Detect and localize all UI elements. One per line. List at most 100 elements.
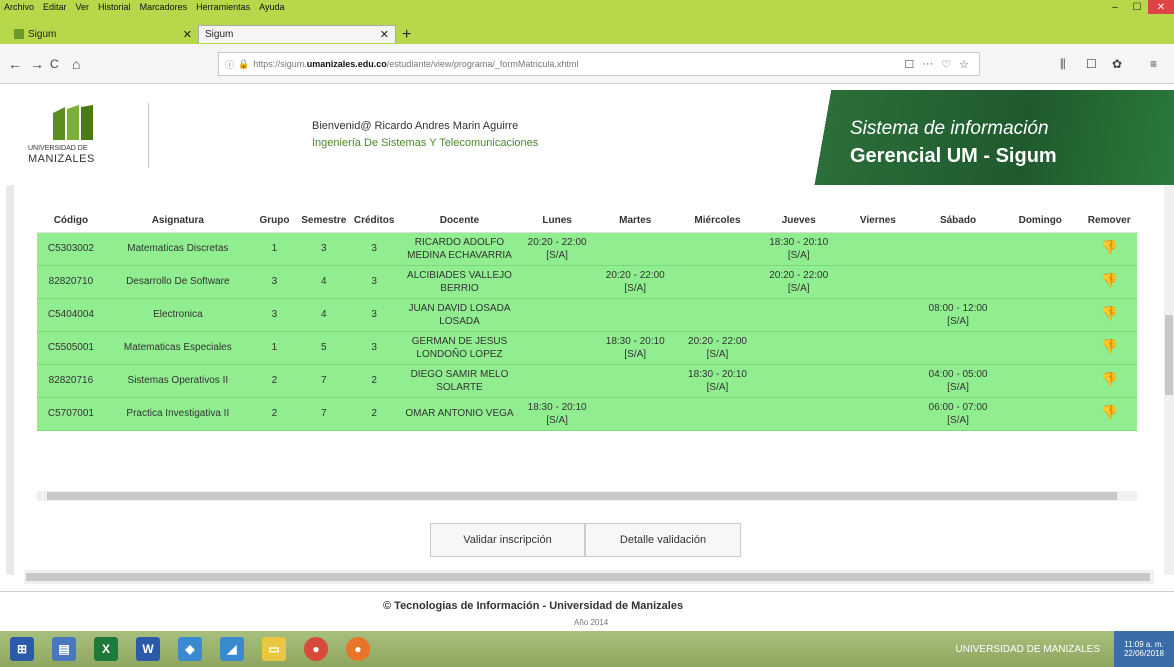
cell-viernes (838, 232, 917, 266)
remove-thumbs-down-icon[interactable]: 👎 (1100, 371, 1117, 387)
col-semestre: Semestre (298, 210, 350, 233)
scrollbar-thumb[interactable] (1165, 315, 1173, 395)
tab-sigum-1[interactable]: Sigum ✕ (8, 25, 198, 43)
windows-start-icon[interactable]: ⊞ (10, 637, 34, 661)
remove-thumbs-down-icon[interactable]: 👎 (1100, 305, 1117, 321)
page-vertical-scrollbar[interactable] (1164, 185, 1174, 575)
header-divider (148, 103, 149, 168)
app-icon[interactable]: ◆ (178, 637, 202, 661)
cell-lunes (520, 265, 595, 299)
url-host: umanizales.edu.co (306, 59, 387, 69)
word-icon[interactable]: W (136, 637, 160, 661)
menu-herramientas[interactable]: Herramientas (196, 2, 250, 12)
forward-icon[interactable]: → (30, 56, 44, 72)
tab-sigum-2[interactable]: Sigum ✕ (198, 25, 396, 43)
cell-martes (594, 232, 677, 266)
cell-asignatura: Desarrollo De Software (104, 265, 251, 299)
cell-lunes (520, 331, 595, 365)
menu-archivo[interactable]: Archivo (4, 2, 34, 12)
cell-sabado (916, 232, 1000, 266)
cell-domingo (999, 232, 1082, 266)
pocket-icon[interactable]: ♡ (941, 58, 951, 71)
cell-codigo: 82820710 (37, 265, 105, 299)
cell-domingo (999, 397, 1082, 431)
sigum-favicon-icon (14, 29, 24, 39)
cell-creditos: 3 (349, 265, 399, 299)
logo-line1: UNIVERSIDAD DE (28, 145, 88, 152)
col-grupo: Grupo (250, 210, 299, 233)
close-window-button[interactable]: ✕ (1148, 0, 1174, 14)
hamburger-menu-icon[interactable]: ≡ (1150, 57, 1157, 71)
cell-semestre: 5 (298, 331, 350, 365)
system-tray: UNIVERSIDAD DE MANIZALES 11:09 a. m. 22/… (956, 631, 1174, 667)
restore-button[interactable]: ☐ (1126, 0, 1148, 14)
library-icon[interactable]: ⫼ (1060, 57, 1066, 72)
university-logo: UNIVERSIDAD DE MANIZALES (28, 105, 123, 170)
url-bar[interactable]: ⓘ 🔒 https://sigum. umanizales.edu.co/estu… (218, 52, 980, 76)
cell-docente: JUAN DAVID LOSADA LOSADA (398, 298, 521, 332)
info-icon: ⓘ (225, 59, 235, 70)
cell-lunes (520, 364, 595, 398)
new-tab-button[interactable]: + (402, 26, 411, 44)
welcome-text: Bienvenid@ Ricardo Andres Marin Aguirre (312, 120, 519, 132)
tab-close-icon[interactable]: ✕ (380, 28, 389, 41)
cell-grupo: 2 (250, 364, 299, 398)
cell-creditos: 2 (349, 364, 399, 398)
col-asignatura: Asignatura (104, 210, 251, 233)
more-icon[interactable]: ··· (922, 58, 933, 71)
remove-thumbs-down-icon[interactable]: 👎 (1100, 272, 1117, 288)
cell-remover: 👎 (1081, 397, 1137, 431)
app-icon[interactable]: ◢ (220, 637, 244, 661)
scrollbar-thumb[interactable] (47, 492, 1117, 500)
tab-label: Sigum (205, 29, 234, 40)
cell-martes (594, 397, 677, 431)
cell-codigo: C5505001 (37, 331, 105, 365)
cell-grupo: 1 (250, 232, 299, 266)
minimize-button[interactable]: – (1104, 0, 1126, 14)
folder-icon[interactable]: ▭ (262, 637, 286, 661)
extension-icon[interactable]: ✿ (1112, 57, 1122, 71)
tab-label: Sigum (28, 28, 57, 40)
cell-martes: 20:20 - 22:00 [S/A] (594, 265, 677, 299)
cell-asignatura: Matematicas Especiales (104, 331, 251, 365)
scrollbar-thumb[interactable] (26, 573, 1150, 581)
cell-miercoles: 18:30 - 20:10 [S/A] (676, 364, 759, 398)
page-horizontal-scrollbar[interactable] (24, 570, 1154, 584)
banner-title: Sistema de información (850, 118, 1049, 139)
chrome-icon[interactable]: ● (304, 637, 328, 661)
url-actions: ☐ ··· ♡ ☆ (904, 58, 969, 71)
remove-thumbs-down-icon[interactable]: 👎 (1100, 338, 1117, 354)
validation-detail-button[interactable]: Detalle validación (585, 523, 741, 557)
cell-domingo (999, 265, 1082, 299)
tab-close-icon[interactable]: ✕ (183, 28, 192, 41)
cell-domingo (999, 331, 1082, 365)
validate-enrollment-button[interactable]: Validar inscripción (430, 523, 585, 557)
file-icon[interactable]: ▤ (52, 637, 76, 661)
cell-grupo: 2 (250, 397, 299, 431)
remove-thumbs-down-icon[interactable]: 👎 (1100, 239, 1117, 255)
menu-editar[interactable]: Editar (43, 2, 67, 12)
reader-icon[interactable]: ☐ (904, 58, 914, 71)
cell-creditos: 3 (349, 298, 399, 332)
cell-semestre: 4 (298, 265, 350, 299)
home-icon[interactable]: ⌂ (72, 56, 80, 72)
menu-historial[interactable]: Historial (98, 2, 131, 12)
excel-icon[interactable]: X (94, 637, 118, 661)
cell-remover: 👎 (1081, 364, 1137, 398)
col-docente: Docente (398, 210, 521, 233)
firefox-icon[interactable]: ● (346, 637, 370, 661)
back-icon[interactable]: ← (8, 56, 22, 72)
menu-ver[interactable]: Ver (76, 2, 90, 12)
menu-marcadores[interactable]: Marcadores (140, 2, 188, 12)
menu-ayuda[interactable]: Ayuda (259, 2, 284, 12)
cell-creditos: 2 (349, 397, 399, 431)
table-horizontal-scrollbar[interactable] (37, 491, 1137, 501)
bookmark-star-icon[interactable]: ☆ (959, 58, 969, 71)
clock[interactable]: 11:09 a. m. 22/06/2018 (1114, 631, 1174, 667)
reload-icon[interactable]: C (50, 57, 59, 71)
remove-thumbs-down-icon[interactable]: 👎 (1100, 404, 1117, 420)
tray-brand: UNIVERSIDAD DE MANIZALES (955, 643, 1100, 655)
table-row: C5505001 Matematicas Especiales 1 5 3 GERMAN … (37, 331, 1137, 365)
col-lunes: Lunes (520, 210, 595, 233)
sidebar-icon[interactable]: ☐ (1086, 57, 1097, 71)
